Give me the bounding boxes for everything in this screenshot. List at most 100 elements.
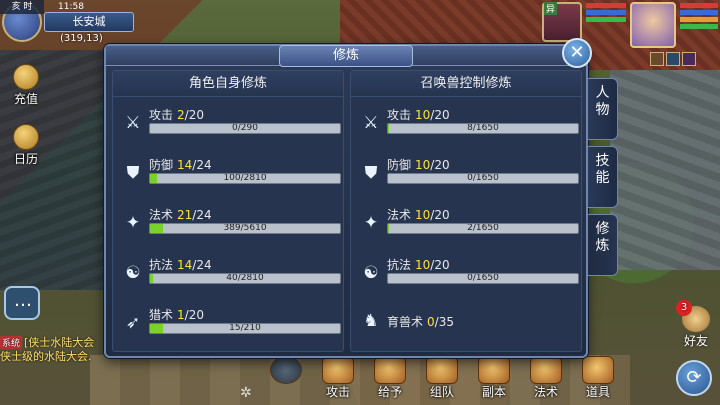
shield-icon: ⛊ bbox=[126, 163, 140, 183]
friends-label: 好友 bbox=[683, 334, 708, 348]
bow-icon: ➶ bbox=[125, 313, 141, 333]
cultivation-level: 10 bbox=[415, 208, 431, 222]
cultivation-label: 防御 bbox=[387, 158, 412, 172]
settings-gear-icon[interactable]: ✲ bbox=[240, 385, 252, 401]
cultivation-level: 10 bbox=[415, 258, 431, 272]
buff-icon bbox=[666, 52, 680, 66]
pet-mp-bar bbox=[586, 10, 626, 15]
progress-text: 389/5610 bbox=[223, 223, 267, 233]
cultivation-name: 防御 10/20 bbox=[387, 156, 450, 173]
cultivation-row[interactable]: ☯ 抗法 10/20 0/1650 bbox=[357, 253, 581, 293]
cultivation-max-level: /20 bbox=[430, 108, 450, 122]
cultivation-row[interactable]: ✦ 法术 21/24 389/5610 bbox=[119, 203, 343, 243]
tab-label: 技 能 bbox=[595, 153, 610, 186]
cultivation-row[interactable]: ✦ 法术 10/20 2/1650 bbox=[357, 203, 581, 243]
tab-character[interactable]: 人 物 bbox=[588, 78, 618, 140]
cultivation-max-level: /20 bbox=[430, 208, 450, 222]
pet-tag: 异 bbox=[544, 2, 558, 15]
cultivation-max-level: /20 bbox=[430, 258, 450, 272]
cultivation-level: 0 bbox=[427, 315, 435, 329]
cultivation-name: 防御 14/24 bbox=[149, 156, 212, 173]
friends-button[interactable]: 3 好友 bbox=[676, 300, 716, 348]
attack-button[interactable]: 攻击 bbox=[312, 356, 364, 404]
cultivation-label: 抗法 bbox=[149, 258, 174, 272]
cultivation-row[interactable]: ☯ 抗法 14/24 40/2810 bbox=[119, 253, 343, 293]
beast-icon: ♞ bbox=[363, 311, 379, 331]
cultivation-name: 攻击 2/20 bbox=[149, 106, 204, 123]
progress-bar: 40/2810 bbox=[149, 273, 341, 284]
tab-cultivation[interactable]: 修 炼 bbox=[588, 214, 618, 276]
attack-icon bbox=[322, 356, 354, 384]
cultivation-label: 猎术 bbox=[149, 308, 174, 322]
calendar-button[interactable]: 日历 bbox=[6, 124, 46, 166]
cultivation-name: 猎术 1/20 bbox=[149, 306, 204, 323]
cultivation-label: 法术 bbox=[387, 208, 412, 222]
progress-text: 8/1650 bbox=[467, 123, 499, 133]
chat-message[interactable]: 侠士级的水陆大会. bbox=[0, 348, 92, 364]
progress-text: 0/290 bbox=[232, 123, 258, 133]
tab-skills[interactable]: 技 能 bbox=[588, 146, 618, 208]
refresh-icon[interactable]: ⟳ bbox=[676, 360, 712, 396]
spell-button[interactable]: 法术 bbox=[520, 356, 572, 404]
cultivation-level: 14 bbox=[177, 158, 193, 172]
panel-header: 角色自身修炼 bbox=[113, 71, 343, 97]
buff-icon bbox=[682, 52, 696, 66]
minimap-hud[interactable]: 亥 时 11:58 长安城 (319,13) bbox=[0, 0, 140, 50]
cultivation-row[interactable]: ➶ 猎术 1/20 15/210 bbox=[119, 303, 343, 343]
cultivation-level: 10 bbox=[415, 108, 431, 122]
cultivation-row[interactable]: ⚔ 攻击 10/20 8/1650 bbox=[357, 103, 581, 143]
clock: 11:58 bbox=[58, 2, 84, 12]
progress-bar: 389/5610 bbox=[149, 223, 341, 234]
team-label: 组队 bbox=[429, 385, 454, 399]
cultivation-max-level: /35 bbox=[434, 315, 454, 329]
player-portrait[interactable] bbox=[630, 2, 676, 48]
yin-yang-icon: ☯ bbox=[125, 263, 141, 283]
cultivation-max-level: /24 bbox=[192, 208, 212, 222]
cultivation-row[interactable]: ⛊ 防御 10/20 0/1650 bbox=[357, 153, 581, 193]
progress-text: 40/2810 bbox=[226, 273, 264, 283]
chat-button[interactable] bbox=[4, 286, 40, 320]
cultivation-row[interactable]: ♞ 育兽术 0/35 bbox=[357, 303, 581, 343]
character-cultivation-panel: 角色自身修炼 ⚔ 攻击 2/20 0/290 ⛊ 防御 14/24 100/2810 ✦ 法术 21… bbox=[112, 70, 344, 352]
team-button[interactable]: 组队 bbox=[416, 356, 468, 404]
cultivation-level: 21 bbox=[177, 208, 193, 222]
progress-text: 100/2810 bbox=[223, 173, 267, 183]
city-name[interactable]: 长安城 bbox=[44, 12, 134, 32]
progress-text: 0/1650 bbox=[467, 173, 499, 183]
cultivation-row[interactable]: ⛊ 防御 14/24 100/2810 bbox=[119, 153, 343, 193]
pet-exp-bar bbox=[586, 17, 626, 22]
tab-label: 修 炼 bbox=[595, 221, 610, 254]
yin-yang-icon: ☯ bbox=[363, 263, 379, 283]
item-button[interactable]: 道具 bbox=[572, 356, 624, 404]
cultivation-max-level: /24 bbox=[192, 258, 212, 272]
cultivation-label: 防御 bbox=[149, 158, 174, 172]
item-icon bbox=[582, 356, 614, 384]
close-button[interactable]: ✕ bbox=[562, 38, 592, 68]
cultivation-max-level: /20 bbox=[184, 108, 204, 122]
cultivation-label: 攻击 bbox=[387, 108, 412, 122]
bottom-menu-bar: 攻击 给予 组队 副本 法术 道具 bbox=[260, 356, 624, 404]
give-icon bbox=[374, 356, 406, 384]
cultivation-row[interactable]: ⚔ 攻击 2/20 0/290 bbox=[119, 103, 343, 143]
cultivation-dialog: 修炼 ✕ 角色自身修炼 ⚔ 攻击 2/20 0/290 ⛊ 防御 14/24 100/2810… bbox=[104, 38, 592, 358]
panel-header: 召唤兽控制修炼 bbox=[351, 71, 581, 97]
give-label: 给予 bbox=[377, 385, 402, 399]
coin-icon bbox=[13, 64, 39, 90]
buff-icon bbox=[650, 52, 664, 66]
dungeon-button[interactable]: 副本 bbox=[468, 356, 520, 404]
cultivation-label: 育兽术 bbox=[387, 315, 424, 329]
calendar-label: 日历 bbox=[13, 152, 38, 166]
buff-icons bbox=[650, 52, 696, 66]
recharge-button[interactable]: 充值 bbox=[6, 64, 46, 106]
cultivation-name: 抗法 10/20 bbox=[387, 256, 450, 273]
magic-wand-icon: ✦ bbox=[363, 213, 379, 233]
attack-label: 攻击 bbox=[325, 385, 350, 399]
expand-menu-button[interactable] bbox=[260, 356, 312, 404]
game-time: 亥 时 bbox=[0, 0, 44, 14]
progress-bar: 15/210 bbox=[149, 323, 341, 334]
magic-wand-icon: ✦ bbox=[125, 213, 141, 233]
dungeon-label: 副本 bbox=[481, 385, 506, 399]
dungeon-icon bbox=[478, 356, 510, 384]
give-button[interactable]: 给予 bbox=[364, 356, 416, 404]
cultivation-level: 1 bbox=[177, 308, 185, 322]
